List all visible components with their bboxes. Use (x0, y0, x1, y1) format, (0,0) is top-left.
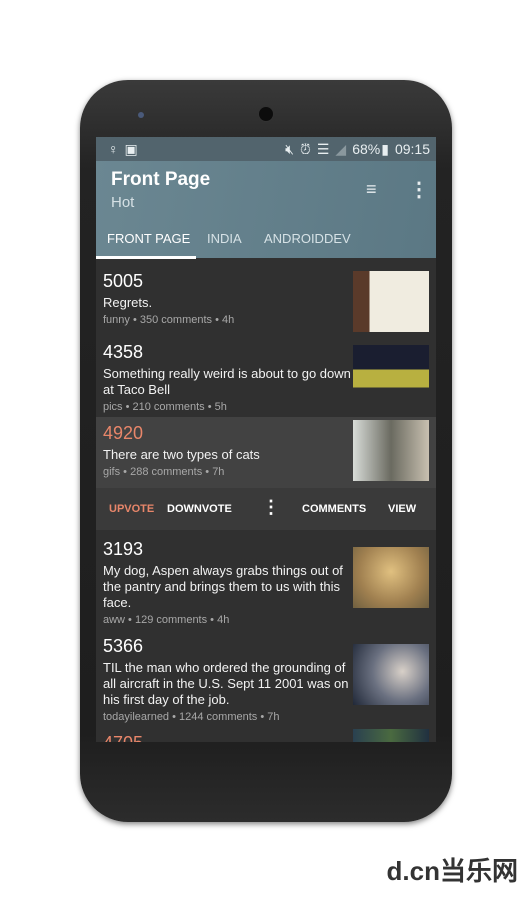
post-meta: aww • 129 comments • 4h (103, 614, 230, 626)
list-item[interactable]: 5366 TIL the man who ordered the groundi… (96, 636, 436, 726)
list-item[interactable]: 4358 Something really weird is about to … (96, 342, 436, 417)
signal-icon: ◢ (335, 140, 347, 157)
downvote-button[interactable]: DOWNVOTE (167, 503, 232, 515)
post-score: 4920 (103, 423, 144, 443)
toolbar: Front Page Hot ≡ ⋮ FRONT PAGE INDIA ANDR… (96, 161, 436, 258)
clock: 09:15 (394, 141, 430, 157)
post-thumbnail[interactable] (353, 345, 429, 406)
alarm-icon: ⏰︎ (299, 140, 311, 157)
post-thumbnail[interactable] (353, 729, 429, 742)
post-thumbnail[interactable] (353, 271, 429, 332)
list-item[interactable]: 4920 There are two types of cats gifs • 2… (96, 420, 436, 489)
sort-subtitle: Hot (111, 194, 135, 211)
post-thumbnail[interactable] (353, 420, 429, 481)
battery-text: 68% (352, 141, 381, 157)
post-thumbnail[interactable] (353, 547, 429, 608)
post-score: 4705 (103, 733, 143, 742)
post-title: Something really weird is about to go do… (103, 366, 351, 397)
sort-icon[interactable]: ≡ (366, 179, 377, 200)
battery-icon: ▮ (381, 140, 389, 157)
status-bar: ♀ ▣ 🔇︎ ⏰︎ ☰ ◢ 68% ▮ 09:15 (96, 137, 436, 161)
post-meta: gifs • 288 comments • 7h (103, 466, 225, 478)
post-score: 4358 (103, 342, 144, 362)
mute-icon: 🔇︎ (285, 140, 294, 157)
camera-icon (138, 112, 144, 118)
image-icon: ▣ (124, 140, 138, 157)
post-meta: funny • 350 comments • 4h (103, 314, 235, 326)
list-item[interactable]: 3193 My dog, Aspen always grabs things o… (96, 539, 436, 629)
post-score: 3193 (103, 539, 144, 559)
post-title: Regrets. (103, 295, 153, 310)
list-item[interactable]: 5005 Regrets. funny • 350 comments • 4h (96, 271, 436, 339)
app-screen: ♀ ▣ 🔇︎ ⏰︎ ☰ ◢ 68% ▮ 09:15 Front Page Hot… (96, 137, 436, 742)
speaker-icon (258, 106, 274, 122)
post-action-bar: UPVOTE DOWNVOTE ⋮ COMMENTS VIEW (96, 488, 436, 530)
more-options-icon[interactable]: ⋮ (409, 177, 429, 202)
post-title: My dog, Aspen always grabs things out of… (103, 563, 343, 610)
wifi-icon: ☰ (316, 140, 330, 157)
upvote-button[interactable]: UPVOTE (109, 503, 154, 515)
post-score: 5005 (103, 271, 144, 291)
post-thumbnail[interactable] (353, 644, 429, 705)
tab-india[interactable]: INDIA (207, 231, 242, 246)
post-score: 5366 (103, 636, 144, 656)
tab-front-page[interactable]: FRONT PAGE (107, 231, 190, 246)
tab-androiddev[interactable]: ANDROIDDEV (264, 231, 351, 246)
post-title: There are two types of cats (103, 447, 260, 462)
bulb-icon: ♀ (108, 141, 119, 157)
watermark-logo: d.cn当乐网 (386, 856, 518, 886)
view-button[interactable]: VIEW (388, 503, 416, 515)
active-tab-indicator (96, 256, 196, 259)
post-meta: pics • 210 comments • 5h (103, 401, 227, 413)
post-meta: todayilearned • 1244 comments • 7h (103, 711, 280, 723)
comments-button[interactable]: COMMENTS (302, 503, 366, 515)
post-title: TIL the man who ordered the grounding of… (103, 660, 349, 707)
more-actions-icon[interactable]: ⋮ (262, 497, 280, 518)
list-item[interactable]: 4705 (96, 729, 436, 742)
page-title: Front Page (111, 169, 211, 190)
